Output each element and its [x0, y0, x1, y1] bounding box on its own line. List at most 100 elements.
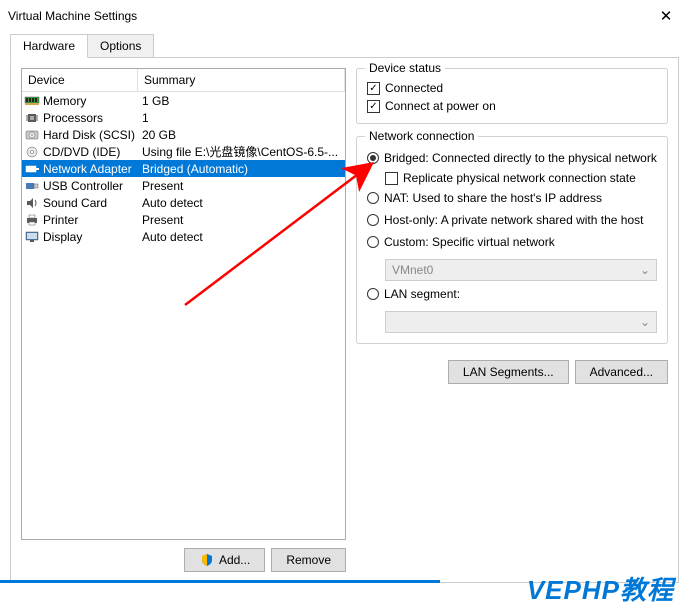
device-summary: 1	[138, 111, 345, 125]
vmnet-select: VMnet0 ⌄	[385, 259, 657, 281]
device-row-cpu[interactable]: Processors 1	[22, 109, 345, 126]
device-summary: Present	[138, 179, 345, 193]
cd-icon	[24, 145, 40, 159]
usb-icon	[24, 179, 40, 193]
lan-select: ⌄	[385, 311, 657, 333]
lan-label: LAN segment:	[384, 287, 657, 301]
tab-hardware[interactable]: Hardware	[10, 34, 88, 58]
radio-lan[interactable]: LAN segment:	[367, 285, 657, 303]
header-device[interactable]: Device	[22, 69, 138, 91]
lan-segments-button[interactable]: LAN Segments...	[448, 360, 569, 384]
device-row-network[interactable]: Network Adapter Bridged (Automatic)	[22, 160, 345, 177]
device-name: Memory	[43, 94, 86, 108]
window-title: Virtual Machine Settings	[8, 9, 137, 23]
network-icon	[24, 162, 40, 176]
device-list: Device Summary Memory 1 GB Processors 1 …	[21, 68, 346, 540]
network-title: Network connection	[365, 129, 478, 143]
device-cell: CD/DVD (IDE)	[22, 145, 138, 159]
right-button-row: LAN Segments... Advanced...	[356, 360, 668, 384]
radio-icon	[367, 192, 379, 204]
chevron-down-icon: ⌄	[640, 315, 650, 329]
checkbox-icon: ✓	[367, 100, 380, 113]
cpu-icon	[24, 111, 40, 125]
connected-checkbox[interactable]: ✓ Connected	[367, 81, 657, 95]
radio-bridged[interactable]: Bridged: Connected directly to the physi…	[367, 149, 657, 167]
footer-line	[0, 580, 440, 583]
header-summary[interactable]: Summary	[138, 69, 345, 91]
hostonly-label: Host-only: A private network shared with…	[384, 213, 657, 227]
left-panel: Device Summary Memory 1 GB Processors 1 …	[21, 68, 346, 572]
device-row-usb[interactable]: USB Controller Present	[22, 177, 345, 194]
device-cell: Display	[22, 230, 138, 244]
device-cell: Processors	[22, 111, 138, 125]
checkbox-icon	[385, 172, 398, 185]
advanced-button[interactable]: Advanced...	[575, 360, 668, 384]
device-summary: Using file E:\光盘镜像\CentOS-6.5-...	[138, 143, 345, 160]
remove-button[interactable]: Remove	[271, 548, 346, 572]
device-name: CD/DVD (IDE)	[43, 145, 120, 159]
device-row-printer[interactable]: Printer Present	[22, 211, 345, 228]
device-row-display[interactable]: Display Auto detect	[22, 228, 345, 245]
device-cell: Network Adapter	[22, 162, 138, 176]
display-icon	[24, 230, 40, 244]
titlebar: Virtual Machine Settings ✕	[0, 0, 689, 32]
radio-hostonly[interactable]: Host-only: A private network shared with…	[367, 211, 657, 229]
custom-label: Custom: Specific virtual network	[384, 235, 657, 249]
chevron-down-icon: ⌄	[640, 263, 650, 277]
device-row-memory[interactable]: Memory 1 GB	[22, 92, 345, 109]
replicate-checkbox[interactable]: Replicate physical network connection st…	[385, 171, 657, 185]
connected-label: Connected	[385, 81, 443, 95]
device-status-title: Device status	[365, 61, 445, 75]
connect-power-label: Connect at power on	[385, 99, 496, 113]
tabs: Hardware Options	[0, 34, 689, 58]
device-name: Processors	[43, 111, 103, 125]
connect-power-checkbox[interactable]: ✓ Connect at power on	[367, 99, 657, 113]
device-name: Sound Card	[43, 196, 107, 210]
device-list-header: Device Summary	[22, 69, 345, 92]
left-button-row: Add... Remove	[21, 548, 346, 572]
hdd-icon	[24, 128, 40, 142]
printer-icon	[24, 213, 40, 227]
shield-icon	[199, 553, 215, 567]
content-area: Device Summary Memory 1 GB Processors 1 …	[10, 58, 679, 583]
device-name: Printer	[43, 213, 78, 227]
checkbox-icon: ✓	[367, 82, 380, 95]
device-name: USB Controller	[43, 179, 123, 193]
device-cell: Sound Card	[22, 196, 138, 210]
radio-icon	[367, 288, 379, 300]
device-summary: Bridged (Automatic)	[138, 162, 345, 176]
memory-icon	[24, 94, 40, 108]
add-button[interactable]: Add...	[184, 548, 265, 572]
replicate-label: Replicate physical network connection st…	[403, 171, 636, 185]
device-name: Network Adapter	[43, 162, 132, 176]
radio-nat[interactable]: NAT: Used to share the host's IP address	[367, 189, 657, 207]
add-button-label: Add...	[219, 553, 250, 567]
close-button[interactable]: ✕	[651, 6, 681, 26]
device-row-cd[interactable]: CD/DVD (IDE) Using file E:\光盘镜像\CentOS-6…	[22, 143, 345, 160]
device-summary: Auto detect	[138, 230, 345, 244]
device-cell: Memory	[22, 94, 138, 108]
device-summary: 1 GB	[138, 94, 345, 108]
vmnet-value: VMnet0	[392, 263, 433, 277]
radio-icon	[367, 152, 379, 164]
device-name: Display	[43, 230, 82, 244]
brand-logo: VEPHP教程	[527, 570, 674, 607]
sound-icon	[24, 196, 40, 210]
right-panel: Device status ✓ Connected ✓ Connect at p…	[356, 68, 668, 572]
bridged-label: Bridged: Connected directly to the physi…	[384, 151, 657, 165]
device-row-sound[interactable]: Sound Card Auto detect	[22, 194, 345, 211]
tab-options[interactable]: Options	[87, 34, 154, 58]
device-summary: Auto detect	[138, 196, 345, 210]
device-status-group: Device status ✓ Connected ✓ Connect at p…	[356, 68, 668, 124]
device-cell: USB Controller	[22, 179, 138, 193]
device-cell: Hard Disk (SCSI)	[22, 128, 138, 142]
device-cell: Printer	[22, 213, 138, 227]
network-connection-group: Network connection Bridged: Connected di…	[356, 136, 668, 344]
nat-label: NAT: Used to share the host's IP address	[384, 191, 657, 205]
device-summary: 20 GB	[138, 128, 345, 142]
device-row-hdd[interactable]: Hard Disk (SCSI) 20 GB	[22, 126, 345, 143]
radio-custom[interactable]: Custom: Specific virtual network	[367, 233, 657, 251]
radio-icon	[367, 214, 379, 226]
device-name: Hard Disk (SCSI)	[43, 128, 135, 142]
radio-icon	[367, 236, 379, 248]
